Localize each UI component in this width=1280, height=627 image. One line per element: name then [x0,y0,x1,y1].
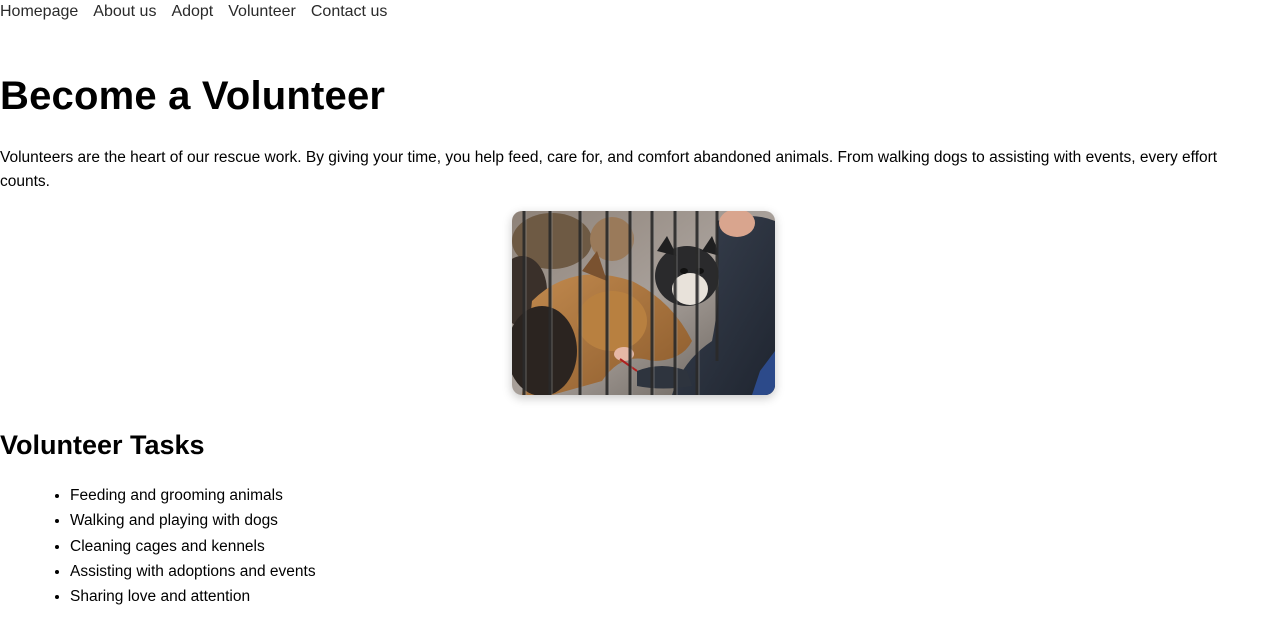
nav-link-about-us[interactable]: About us [93,0,156,24]
nav-link-adopt[interactable]: Adopt [171,0,213,24]
list-item: Assisting with adoptions and events [70,559,1280,584]
list-item: Feeding and grooming animals [70,483,1280,508]
list-item: Sharing love and attention [70,584,1280,609]
dogs-behind-fence-illustration [512,211,775,395]
hero-image-container [0,211,1280,395]
tasks-list: Feeding and grooming animals Walking and… [0,483,1280,609]
main-content: Become a Volunteer Volunteers are the he… [0,74,1280,609]
page-title: Become a Volunteer [0,74,386,118]
list-item: Walking and playing with dogs [70,508,1280,533]
list-item: Cleaning cages and kennels [70,534,1280,559]
nav-link-volunteer[interactable]: Volunteer [228,0,296,24]
hero-image [512,211,775,395]
nav-link-contact-us[interactable]: Contact us [311,0,387,24]
nav-link-homepage[interactable]: Homepage [0,0,78,24]
tasks-heading: Volunteer Tasks [0,430,205,460]
intro-paragraph: Volunteers are the heart of our rescue w… [0,149,1218,190]
main-nav: Homepage About us Adopt Volunteer Contac… [0,0,1280,24]
